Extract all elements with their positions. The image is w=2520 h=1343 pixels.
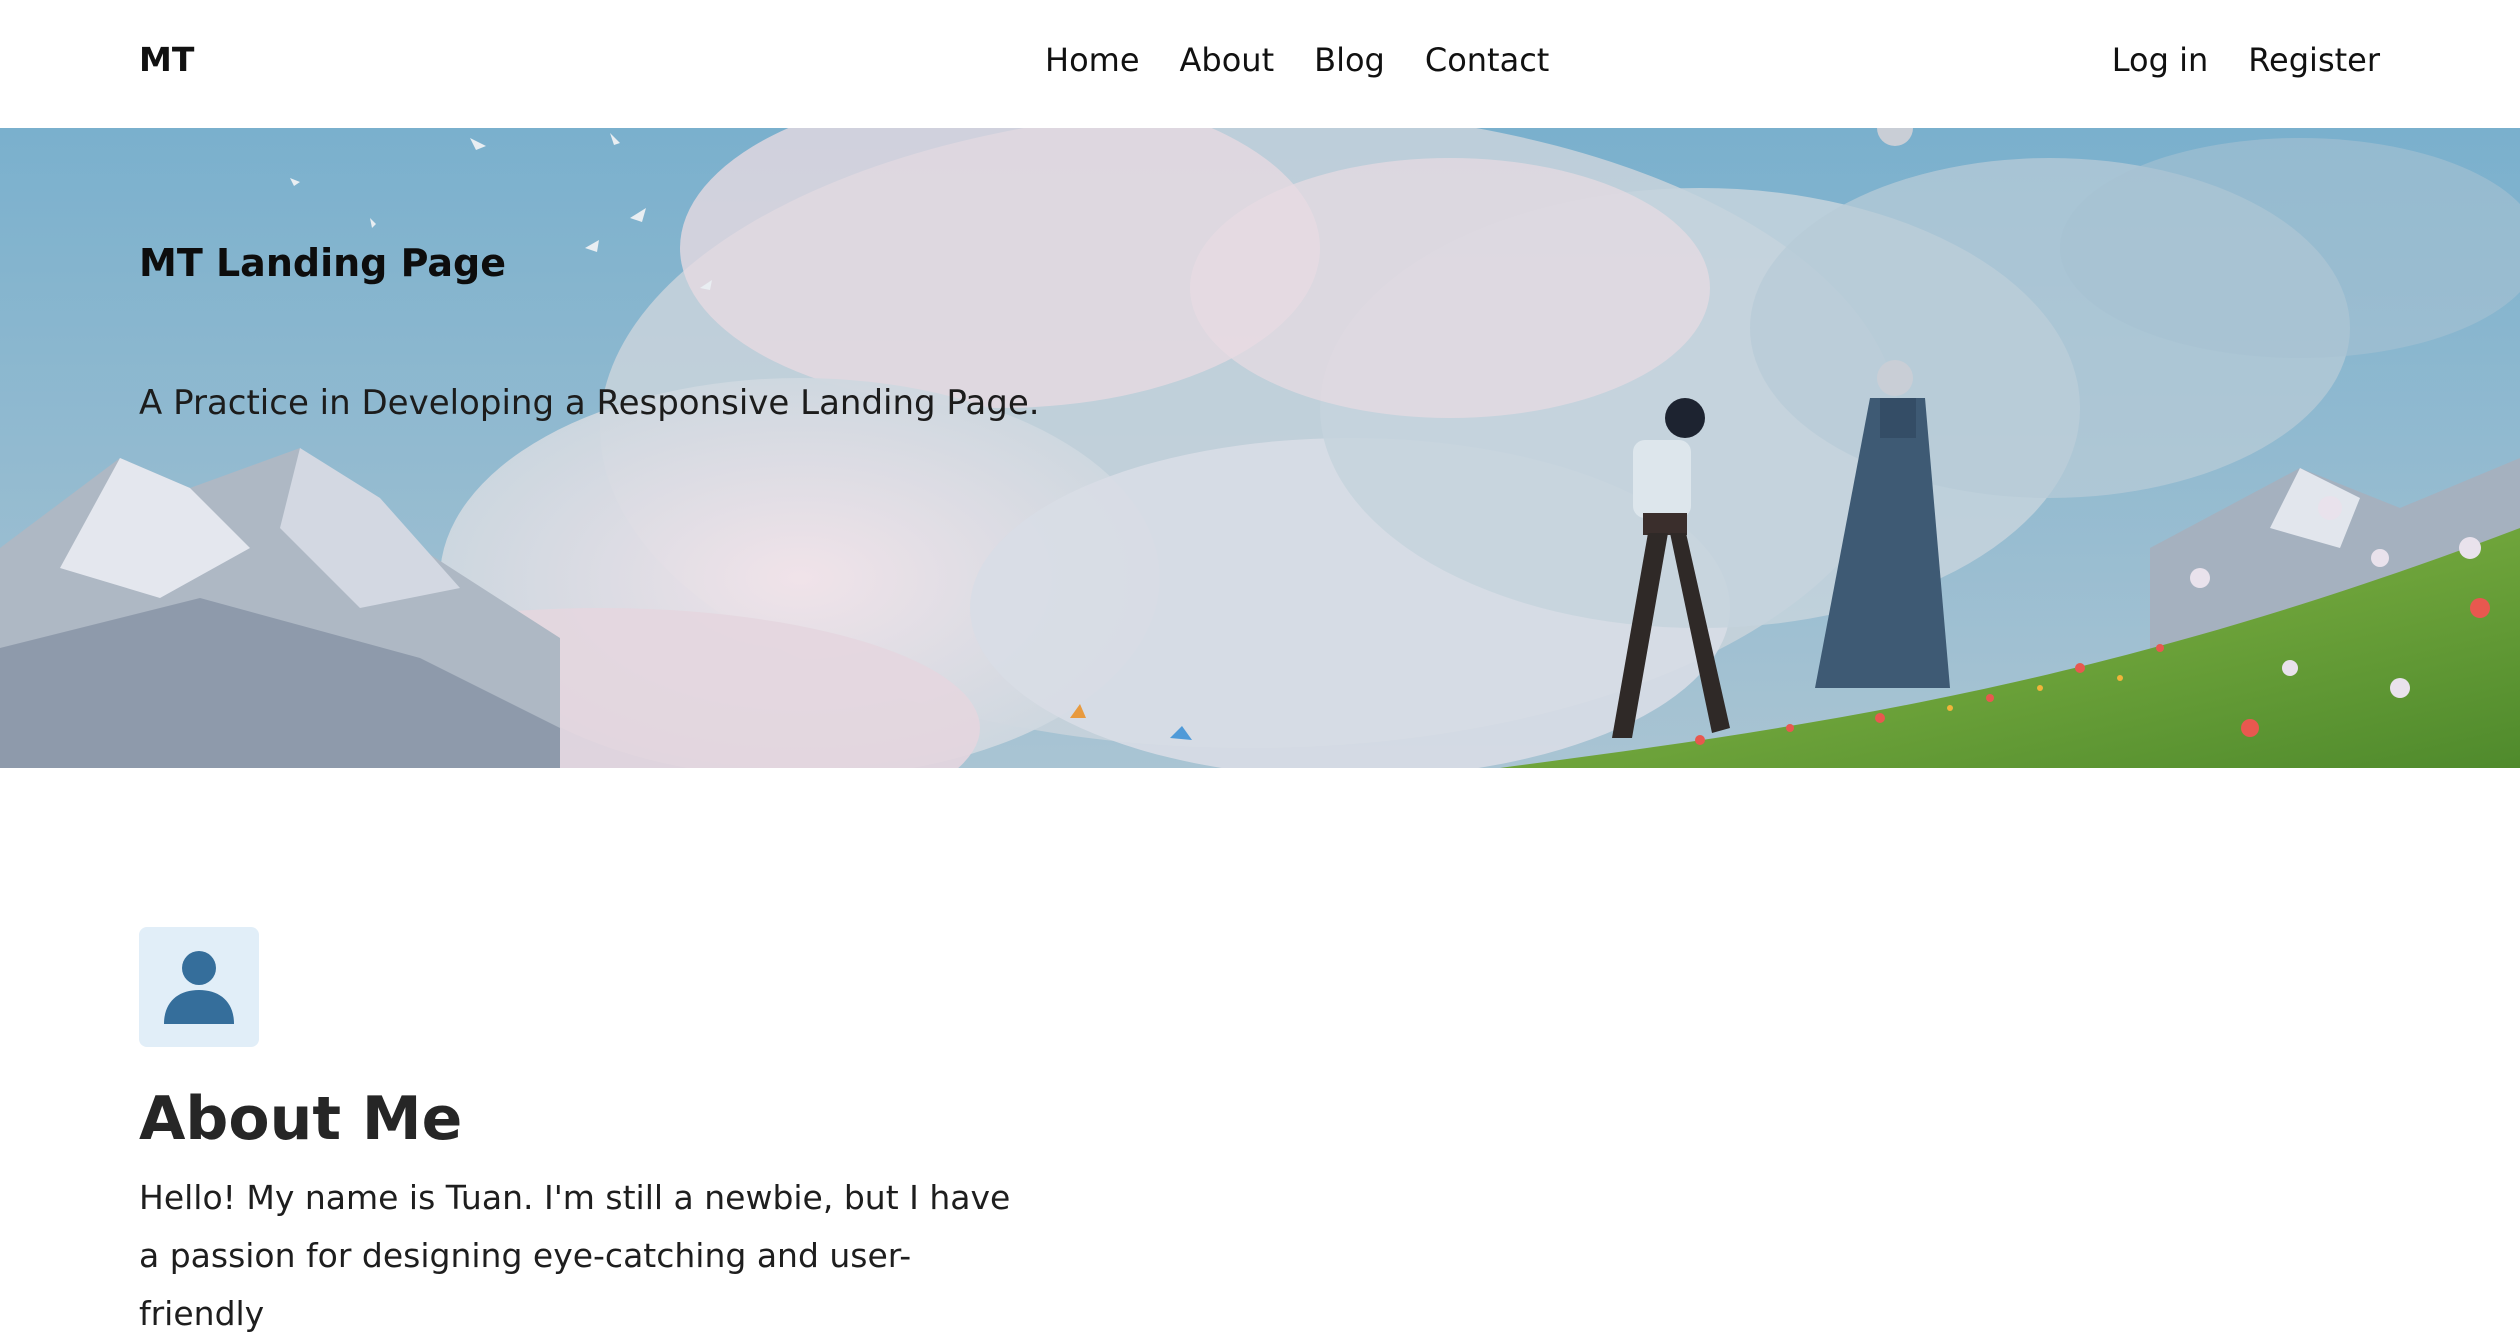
main-nav: Home About Blog Contact	[1045, 38, 1549, 82]
user-icon	[164, 951, 234, 1024]
about-text: Hello! My name is Tuan. I'm still a newb…	[139, 1178, 1011, 1333]
hero-banner: MT Landing Page A Practice in Developing…	[0, 128, 2520, 768]
nav-contact-link[interactable]: Contact	[1425, 38, 1550, 82]
about-heading: About Me	[139, 1084, 463, 1154]
avatar	[139, 927, 259, 1047]
auth-nav: Log in Register	[2112, 38, 2380, 82]
hero-illustration	[0, 128, 2520, 768]
nav-blog-link[interactable]: Blog	[1314, 38, 1385, 82]
about-section: About Me Hello! My name is Tuan. I'm sti…	[139, 927, 1039, 1343]
register-link[interactable]: Register	[2248, 38, 2380, 82]
nav-about-link[interactable]: About	[1180, 38, 1275, 82]
nav-home-link[interactable]: Home	[1045, 38, 1140, 82]
login-link[interactable]: Log in	[2112, 38, 2209, 82]
hero-subtitle: A Practice in Developing a Responsive La…	[139, 383, 1040, 423]
hero-title: MT Landing Page	[139, 241, 507, 285]
top-navbar: MT Home About Blog Contact Log in Regist…	[0, 0, 2520, 128]
brand-logo[interactable]: MT	[139, 38, 194, 82]
